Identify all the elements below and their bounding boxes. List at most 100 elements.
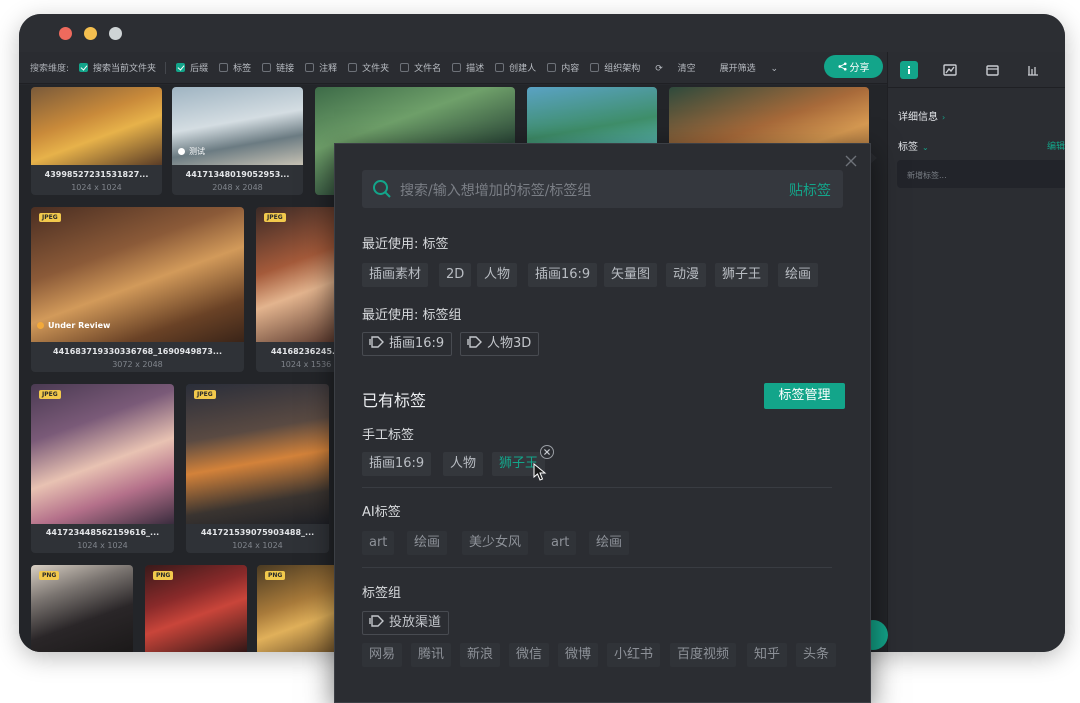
filter-notes[interactable]: 注释: [305, 61, 337, 74]
group-tag[interactable]: 小红书: [607, 643, 661, 667]
filter-option-label: 内容: [561, 64, 580, 74]
filter-filename[interactable]: 文件名: [400, 61, 441, 74]
tag-management-button[interactable]: 标签管理: [764, 383, 845, 409]
image-card[interactable]: JPEG 441721539075903488_... 1024 x 1024: [186, 384, 329, 553]
filter-content[interactable]: 内容: [547, 61, 579, 74]
format-badge: JPEG: [194, 390, 216, 399]
group-tag[interactable]: 新浪: [460, 643, 501, 667]
group-tag[interactable]: 腾讯: [411, 643, 452, 667]
file-name: 43998527231531827...: [44, 170, 149, 179]
checkbox[interactable]: [305, 63, 315, 72]
filter-option-label: 注释: [319, 64, 338, 74]
edit-tags-link[interactable]: 编辑: [1047, 139, 1065, 152]
maximize-window-button[interactable]: [109, 27, 122, 40]
ai-tag[interactable]: art: [544, 531, 577, 555]
expand-filter-button[interactable]: 展开筛选 ⌄: [720, 61, 790, 74]
recent-tag[interactable]: 动漫: [666, 263, 707, 287]
tab-folder[interactable]: [983, 61, 1001, 79]
tab-annotate[interactable]: [941, 61, 959, 79]
chevron-down-icon: ⌄: [922, 143, 929, 152]
ai-tag[interactable]: 美少女风: [462, 531, 529, 555]
image-card[interactable]: 43998527231531827... 1024 x 1024: [31, 87, 162, 195]
image-size: 1024 x 1024: [77, 541, 128, 550]
tag-group-icon: [369, 336, 384, 348]
chevron-right-icon: ›: [942, 113, 946, 122]
file-name: 441721539075903488_...: [200, 528, 315, 537]
recent-tag[interactable]: 2D: [439, 263, 472, 287]
existing-tags-title: 已有标签: [362, 391, 427, 410]
ai-tag[interactable]: 绘画: [407, 531, 448, 555]
checkbox[interactable]: [547, 63, 557, 72]
checkbox[interactable]: [495, 63, 505, 72]
recent-tag-group[interactable]: 插画16:9: [362, 332, 453, 356]
image-card[interactable]: PNG: [31, 565, 133, 652]
checkbox[interactable]: [348, 63, 358, 72]
tag-group-label: 人物3D: [487, 336, 532, 351]
recent-tag-group[interactable]: 人物3D: [460, 332, 540, 356]
title-bar: [19, 14, 1065, 52]
share-button[interactable]: 分享: [824, 55, 883, 78]
apply-tag-button[interactable]: 贴标签: [789, 180, 831, 200]
filter-option-label: 文件夹: [362, 64, 390, 74]
share-icon: [837, 62, 847, 71]
checkbox[interactable]: [79, 63, 89, 72]
checkbox[interactable]: [262, 63, 272, 72]
recent-tag[interactable]: 插画素材: [362, 263, 429, 287]
ai-tag[interactable]: 绘画: [589, 531, 630, 555]
image-card[interactable]: PNG: [145, 565, 247, 652]
filter-tags[interactable]: 标签: [219, 61, 251, 74]
recent-tag[interactable]: 矢量图: [604, 263, 658, 287]
group-tag[interactable]: 网易: [362, 643, 403, 667]
bar-chart-icon: [1028, 66, 1038, 76]
minimize-window-button[interactable]: [84, 27, 97, 40]
tab-stats[interactable]: [1024, 61, 1042, 79]
tab-info[interactable]: [900, 61, 918, 79]
format-badge: PNG: [153, 571, 174, 580]
group-tag[interactable]: 微信: [509, 643, 550, 667]
checkbox[interactable]: [400, 63, 410, 72]
ai-tags-title: AI标签: [362, 505, 401, 520]
recent-tag[interactable]: 狮子王: [715, 263, 769, 287]
checkbox[interactable]: [590, 63, 600, 72]
group-tag[interactable]: 微博: [558, 643, 599, 667]
filter-creator[interactable]: 创建人: [495, 61, 536, 74]
filter-org[interactable]: 组织架构: [590, 61, 640, 74]
checkbox[interactable]: [176, 63, 186, 72]
image-size: 2048 x 2048: [212, 183, 263, 192]
filter-folder[interactable]: 文件夹: [348, 61, 389, 74]
remove-tag-icon[interactable]: [540, 445, 554, 459]
filter-option-label: 后缀: [190, 64, 209, 74]
manual-tag[interactable]: 插画16:9: [362, 452, 432, 476]
filter-suffix[interactable]: 后缀: [176, 61, 208, 74]
recent-tag[interactable]: 插画16:9: [528, 263, 598, 287]
filter-current-folder[interactable]: 搜索当前文件夹: [79, 61, 156, 74]
image-size: 1024 x 1024: [232, 541, 283, 550]
group-tag[interactable]: 头条: [796, 643, 837, 667]
filter-description[interactable]: 描述: [452, 61, 484, 74]
group-tag[interactable]: 百度视频: [670, 643, 737, 667]
clear-button[interactable]: ⟳ 清空: [655, 61, 707, 74]
close-window-button[interactable]: [59, 27, 72, 40]
folder-icon: [985, 65, 999, 76]
new-tag-input[interactable]: 新增标签...: [897, 160, 1065, 188]
recent-tag[interactable]: 绘画: [778, 263, 819, 287]
group-tag[interactable]: 知乎: [747, 643, 788, 667]
image-card[interactable]: JPEG 441723448562159616_... 1024 x 1024: [31, 384, 174, 553]
image-card[interactable]: JPEG Under Review 441683719330336768_169…: [31, 207, 244, 372]
manual-tag[interactable]: 人物: [443, 452, 484, 476]
filter-link[interactable]: 链接: [262, 61, 294, 74]
checkbox[interactable]: [452, 63, 462, 72]
tag-group-label: 插画16:9: [389, 336, 445, 351]
search-input[interactable]: 搜索/输入想增加的标签/标签组: [400, 180, 591, 200]
detail-section[interactable]: 详细信息 ›: [898, 108, 945, 123]
tag-search-bar[interactable]: 搜索/输入想增加的标签/标签组 贴标签: [362, 170, 843, 208]
checkbox[interactable]: [219, 63, 229, 72]
image-size: 3072 x 2048: [112, 360, 163, 369]
recent-tag[interactable]: 人物: [477, 263, 518, 287]
close-icon[interactable]: [845, 155, 857, 167]
tag-group[interactable]: 投放渠道: [362, 611, 450, 635]
tags-section[interactable]: 标签 ⌄: [898, 138, 929, 153]
overlay-label: 测试: [189, 147, 205, 156]
ai-tag[interactable]: art: [362, 531, 395, 555]
image-card[interactable]: 测试 44171348019052953... 2048 x 2048: [172, 87, 303, 195]
